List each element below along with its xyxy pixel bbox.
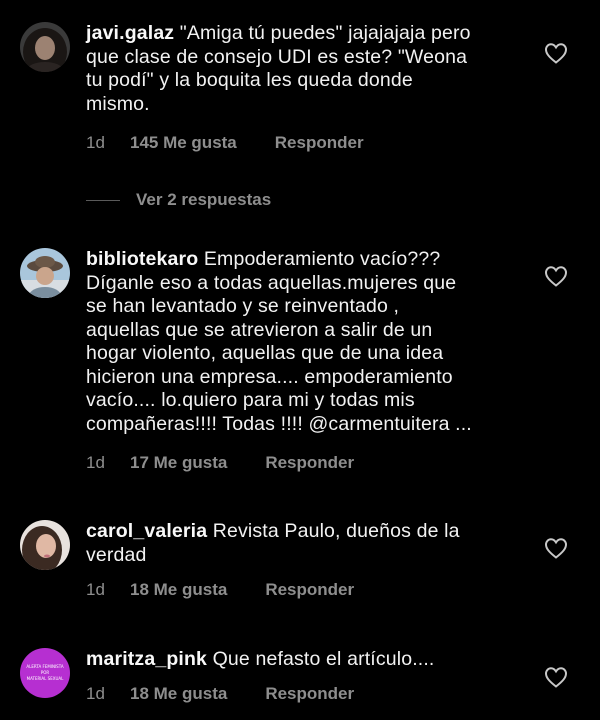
comment-text: carol_valeria Revista Paulo, dueños de l… (86, 520, 526, 567)
view-replies-button[interactable]: Ver 2 respuestas (86, 190, 271, 210)
heart-icon[interactable] (544, 42, 568, 64)
avatar[interactable] (20, 248, 70, 298)
comment-text: javi.galaz "Amiga tú puedes" jajajajaja … (86, 22, 526, 116)
reply-button[interactable]: Responder (275, 133, 364, 153)
comment-meta: 1d 18 Me gusta Responder (86, 580, 354, 600)
heart-icon[interactable] (544, 666, 568, 688)
timestamp: 1d (86, 133, 105, 152)
svg-text:MATERIAL SEXUAL: MATERIAL SEXUAL (27, 676, 65, 681)
avatar-photo-icon (20, 520, 70, 570)
comment-meta: 1d 145 Me gusta Responder (86, 133, 364, 153)
comment-body: Empoderamiento vacío??? Díganle eso a to… (86, 248, 472, 435)
svg-text:POR: POR (41, 670, 50, 675)
username[interactable]: javi.galaz (86, 22, 174, 44)
comment-meta: 1d 17 Me gusta Responder (86, 453, 354, 473)
avatar[interactable]: ALERTA FEMINISTA POR MATERIAL SEXUAL (20, 648, 70, 698)
avatar-photo-icon (20, 248, 70, 298)
avatar[interactable] (20, 520, 70, 570)
view-replies-label: Ver 2 respuestas (136, 190, 272, 209)
timestamp: 1d (86, 684, 105, 703)
username[interactable]: maritza_pink (86, 648, 207, 670)
timestamp: 1d (86, 580, 105, 599)
reply-button[interactable]: Responder (265, 684, 354, 704)
timestamp: 1d (86, 453, 105, 472)
purple-logo-icon: ALERTA FEMINISTA POR MATERIAL SEXUAL (20, 648, 70, 698)
comment-text: bibliotekaro Empoderamiento vacío??? Díg… (86, 248, 526, 436)
reply-button[interactable]: Responder (265, 580, 354, 600)
comment-text: maritza_pink Que nefasto el artículo.... (86, 648, 526, 672)
avatar-photo-icon (20, 22, 70, 72)
comment-meta: 1d 18 Me gusta Responder (86, 684, 354, 704)
divider-line (86, 199, 120, 201)
likes-count[interactable]: 145 Me gusta (130, 133, 237, 153)
avatar[interactable] (20, 22, 70, 72)
heart-icon[interactable] (544, 537, 568, 559)
username[interactable]: bibliotekaro (86, 248, 198, 270)
likes-count[interactable]: 17 Me gusta (130, 453, 227, 473)
comment-body: Que nefasto el artículo.... (207, 648, 435, 670)
likes-count[interactable]: 18 Me gusta (130, 580, 227, 600)
likes-count[interactable]: 18 Me gusta (130, 684, 227, 704)
svg-text:ALERTA FEMINISTA: ALERTA FEMINISTA (26, 664, 63, 669)
reply-button[interactable]: Responder (265, 453, 354, 473)
heart-icon[interactable] (544, 265, 568, 287)
username[interactable]: carol_valeria (86, 520, 207, 542)
